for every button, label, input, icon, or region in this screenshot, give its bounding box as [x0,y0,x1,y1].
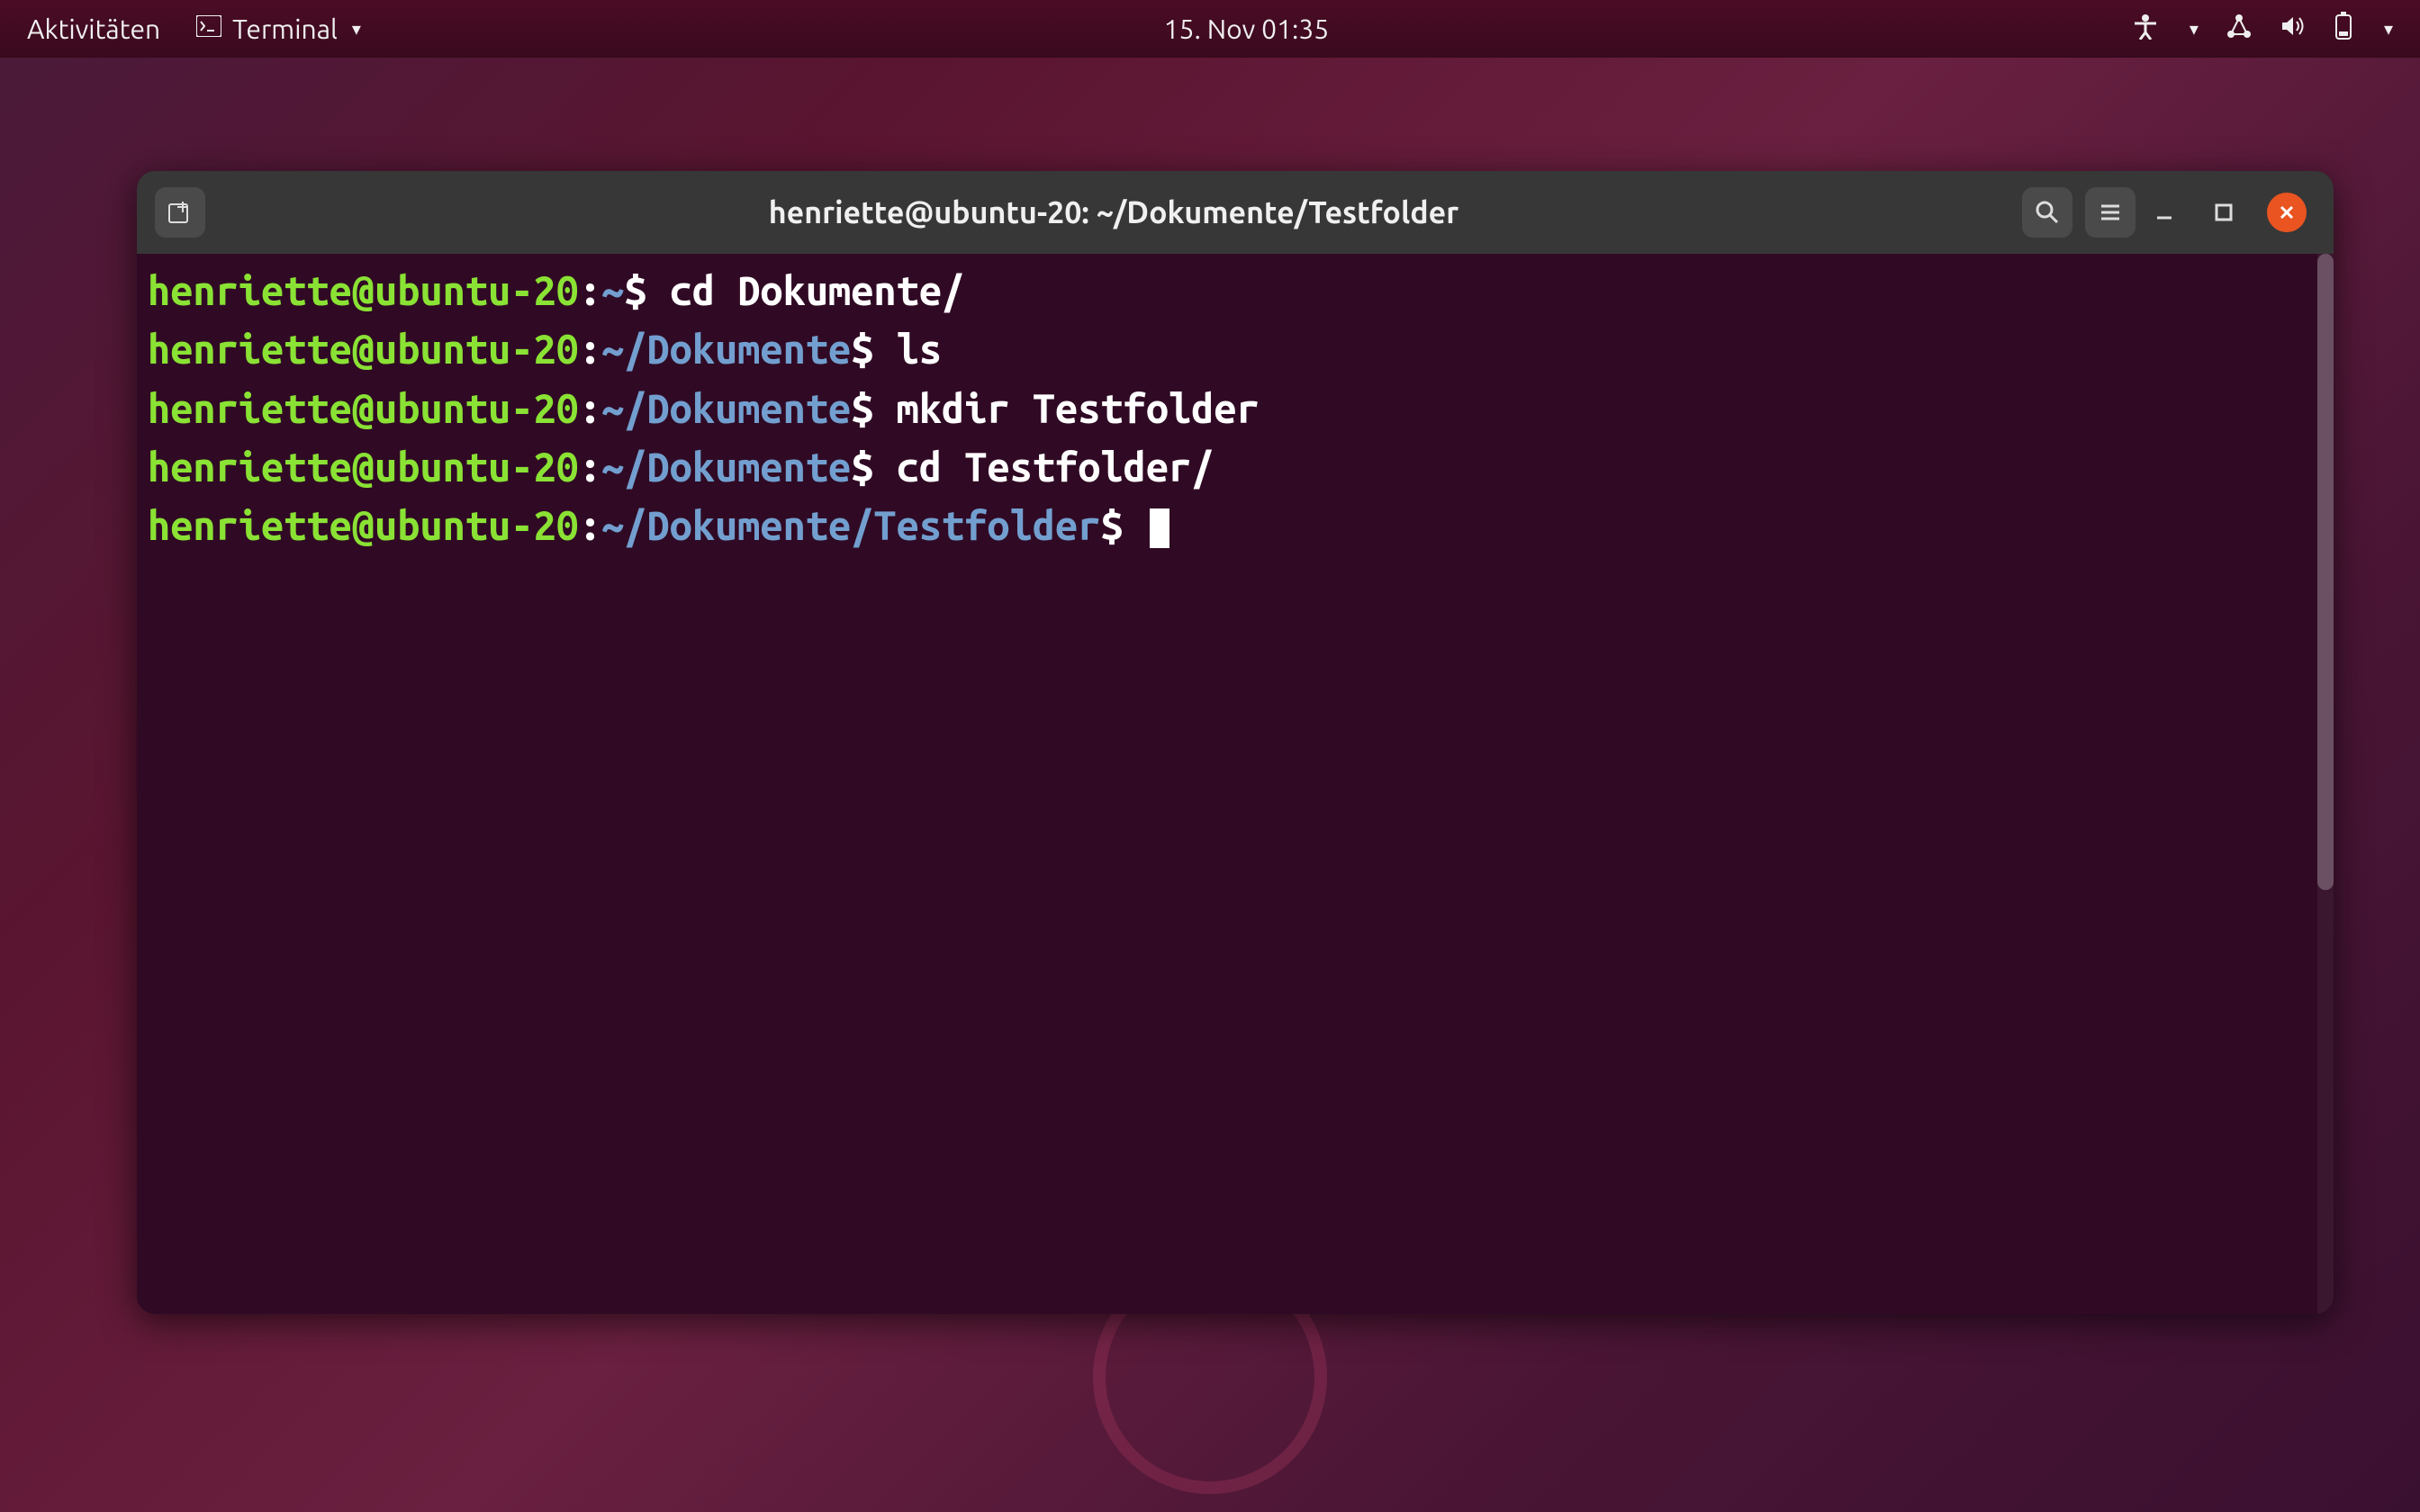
search-button[interactable] [2022,187,2072,238]
terminal-window: henriette@ubuntu-20: ~/Dokumente/Testfol… [137,171,2334,1314]
prompt-char: $ [851,326,873,372]
prompt-sep: : [579,502,601,548]
prompt-path: ~/Dokumente [601,385,851,431]
terminal-line: henriette@ubuntu-20:~$ cd Dokumente/ [148,261,2323,320]
accessibility-icon[interactable] [2132,13,2159,45]
prompt-user-host: henriette@ubuntu-20 [148,444,579,490]
scrollbar-thumb[interactable] [2317,254,2334,890]
activities-button[interactable]: Aktivitäten [27,14,160,44]
prompt-path: ~/Dokumente [601,444,851,490]
terminal-body[interactable]: henriette@ubuntu-20:~$ cd Dokumente/ hen… [137,254,2334,1314]
prompt-char: $ [851,385,873,431]
prompt-user-host: henriette@ubuntu-20 [148,385,579,431]
prompt-user-host: henriette@ubuntu-20 [148,267,579,313]
command-text: cd Testfolder/ [897,444,1215,490]
command-text [873,326,896,372]
prompt-char: $ [1100,502,1123,548]
command-text: cd Dokumente/ [670,267,965,313]
maximize-button[interactable] [2208,196,2240,229]
terminal-line: henriette@ubuntu-20:~/Dokumente$ ls [148,320,2323,378]
terminal-app-icon [196,15,221,41]
prompt-path: ~/Dokumente [601,326,851,372]
system-tray: ▾ ▾ [2132,12,2393,46]
window-titlebar[interactable]: henriette@ubuntu-20: ~/Dokumente/Testfol… [137,171,2334,254]
terminal-line: henriette@ubuntu-20:~/Dokumente$ mkdir T… [148,379,2323,437]
prompt-sep: : [579,444,601,490]
chevron-down-icon: ▾ [352,18,361,40]
prompt-sep: : [579,326,601,372]
window-controls [2148,193,2316,232]
network-icon[interactable] [2226,13,2253,45]
terminal-cursor [1150,508,1169,548]
command-text [646,267,669,313]
prompt-sep: : [579,385,601,431]
terminal-line: henriette@ubuntu-20:~/Dokumente/Testfold… [148,496,2323,554]
hamburger-menu-button[interactable] [2085,187,2136,238]
clock[interactable]: 15. Nov 01:35 [361,14,2132,44]
prompt-char: $ [624,267,646,313]
new-tab-button[interactable] [155,187,205,238]
gnome-top-bar: Aktivitäten Terminal ▾ 15. Nov 01:35 ▾ ▾ [0,0,2420,58]
command-text: ls [897,326,942,372]
prompt-sep: : [579,267,601,313]
terminal-line: henriette@ubuntu-20:~/Dokumente$ cd Test… [148,437,2323,496]
window-title: henriette@ubuntu-20: ~/Dokumente/Testfol… [218,195,2009,230]
app-menu-label: Terminal [232,14,338,44]
scrollbar[interactable] [2317,254,2334,1314]
menubar-left: Aktivitäten Terminal ▾ [27,14,361,44]
prompt-char: $ [851,444,873,490]
app-menu[interactable]: Terminal ▾ [196,14,361,44]
command-text [1124,502,1146,548]
close-button[interactable] [2267,193,2307,232]
minimize-button[interactable] [2148,196,2181,229]
prompt-path: ~ [601,267,624,313]
command-text [873,385,896,431]
prompt-path: ~/Dokumente/Testfolder [601,502,1100,548]
prompt-user-host: henriette@ubuntu-20 [148,326,579,372]
command-text [873,444,896,490]
prompt-user-host: henriette@ubuntu-20 [148,502,579,548]
volume-icon[interactable] [2280,13,2307,45]
battery-icon[interactable] [2334,12,2353,46]
command-text: mkdir Testfolder [897,385,1260,431]
chevron-down-icon: ▾ [2384,18,2393,40]
chevron-down-icon: ▾ [2190,18,2199,40]
